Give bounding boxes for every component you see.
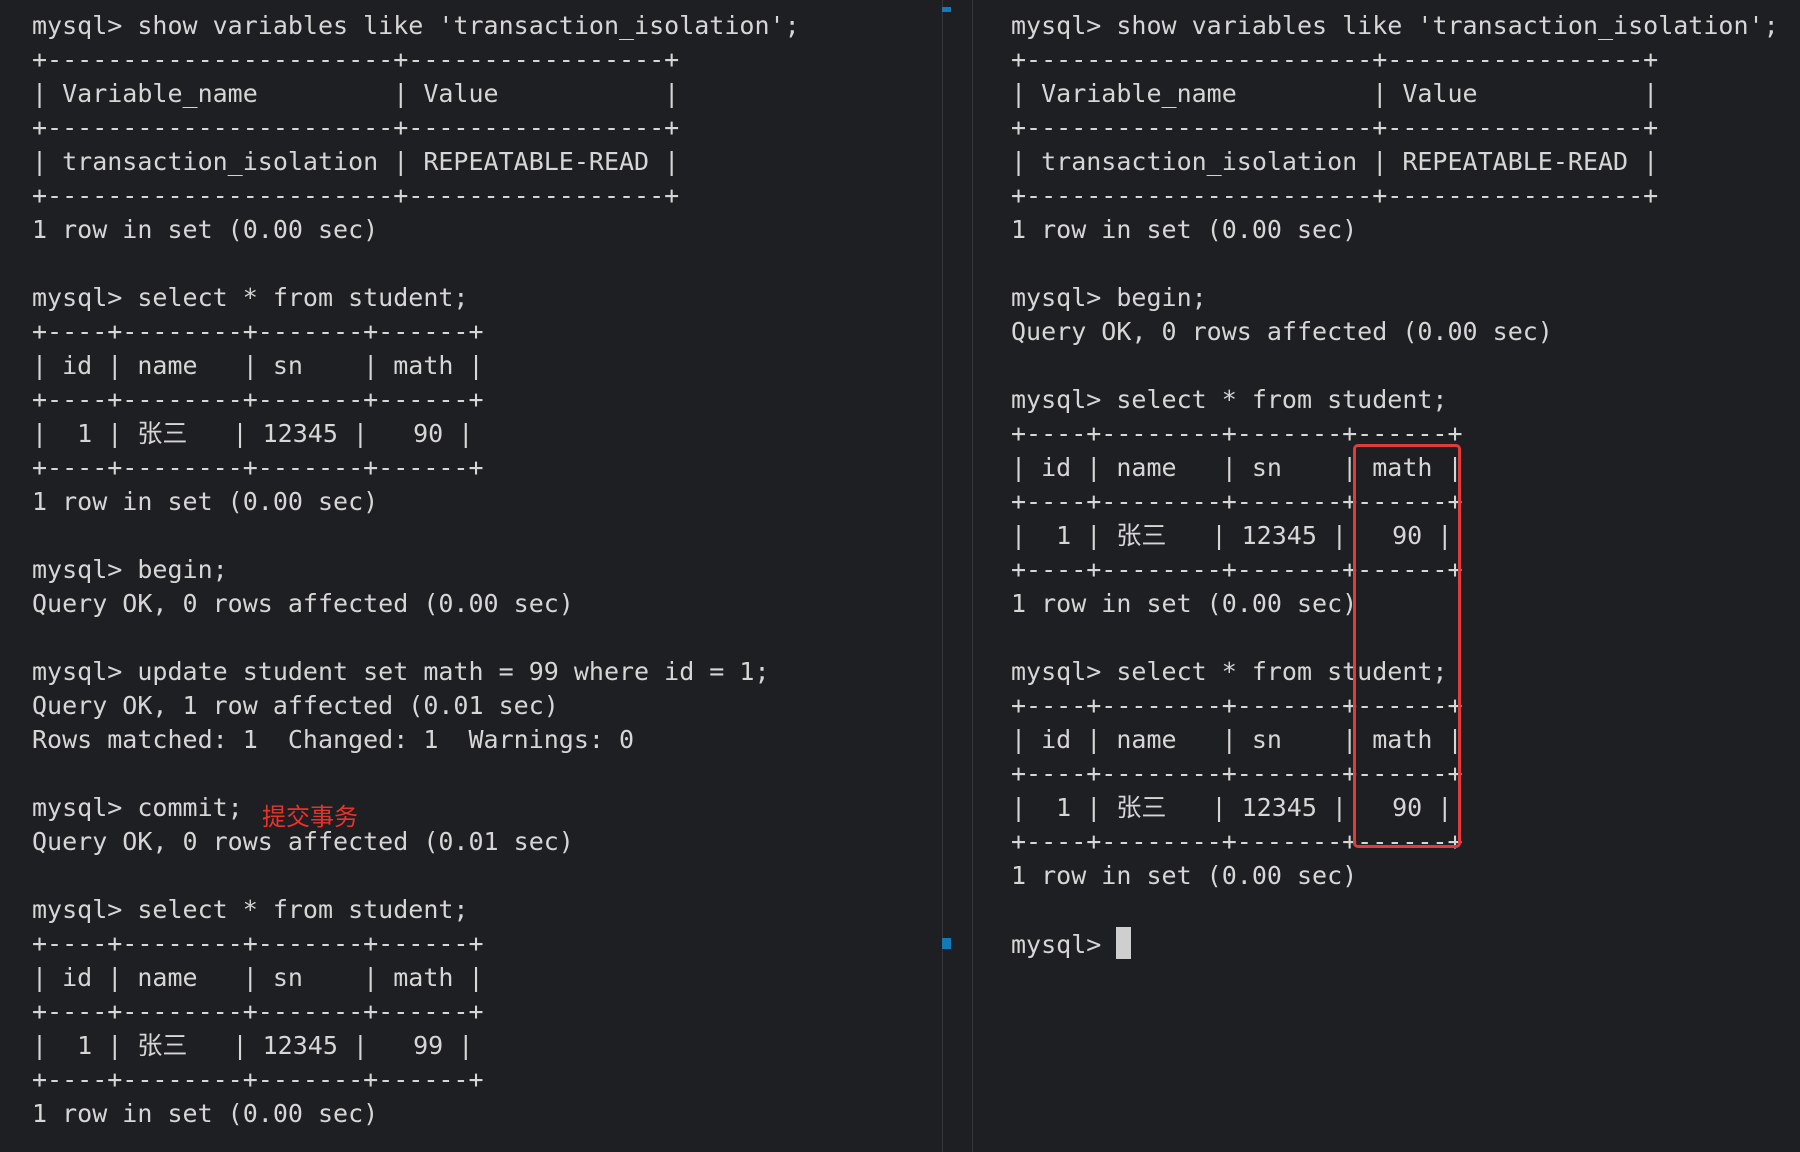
terminal-line: mysql> select * from student;	[1011, 385, 1448, 414]
terminal-line: mysql> select * from student;	[32, 895, 469, 924]
left-terminal-pane[interactable]: mysql> show variables like 'transaction_…	[0, 0, 942, 1152]
terminal-line: | id | name | sn | math |	[32, 351, 484, 380]
terminal-line: 1 row in set (0.00 sec)	[1011, 861, 1358, 890]
terminal-line: Rows matched: 1 Changed: 1 Warnings: 0	[32, 725, 635, 754]
math-column-highlight	[1353, 444, 1461, 848]
terminal-line: Query OK, 0 rows affected (0.01 sec)	[32, 827, 574, 856]
scrollbar-marker	[942, 938, 951, 949]
terminal-prompt: mysql>	[1011, 930, 1117, 959]
terminal-line: +----+--------+-------+------+	[32, 317, 484, 346]
terminal-line: | 1 | 张三 | 12345 | 99 |	[32, 1031, 474, 1060]
terminal-line: +-----------------------+---------------…	[32, 181, 680, 210]
terminal-line: | 1 | 张三 | 12345 | 90 |	[32, 419, 474, 448]
terminal-line: | Variable_name | Value |	[32, 79, 680, 108]
terminal-line: Query OK, 0 rows affected (0.00 sec)	[1011, 317, 1553, 346]
terminal-line: | id | name | sn | math |	[32, 963, 484, 992]
terminal-line: 1 row in set (0.00 sec)	[32, 1099, 379, 1128]
terminal-line: +----+--------+-------+------+	[32, 1065, 484, 1094]
terminal-line: +-----------------------+---------------…	[1011, 181, 1659, 210]
terminal-line: 1 row in set (0.00 sec)	[1011, 215, 1358, 244]
terminal-line: +-----------------------+---------------…	[1011, 113, 1659, 142]
terminal-line: | Variable_name | Value |	[1011, 79, 1659, 108]
terminal-line: mysql> select * from student;	[32, 283, 469, 312]
left-terminal-output: mysql> show variables like 'transaction_…	[32, 9, 800, 1131]
terminal-cursor	[1116, 927, 1132, 959]
terminal-line: | transaction_isolation | REPEATABLE-REA…	[32, 147, 680, 176]
scrollbar-marker	[942, 7, 951, 12]
terminal-line: mysql> show variables like 'transaction_…	[32, 11, 800, 40]
terminal-line: 1 row in set (0.00 sec)	[32, 487, 379, 516]
terminal-line: mysql> begin;	[1011, 283, 1207, 312]
terminal-line: +----+--------+-------+------+	[32, 997, 484, 1026]
terminal-line: Query OK, 1 row affected (0.01 sec)	[32, 691, 559, 720]
commit-annotation: 提交事务	[262, 803, 358, 831]
terminal-line: 1 row in set (0.00 sec)	[32, 215, 379, 244]
terminal-line: +----+--------+-------+------+	[32, 453, 484, 482]
terminal-line: Query OK, 0 rows affected (0.00 sec)	[32, 589, 574, 618]
terminal-line: mysql> commit;	[32, 793, 243, 822]
terminal-line: +-----------------------+---------------…	[32, 113, 680, 142]
terminal-line: mysql> show variables like 'transaction_…	[1011, 11, 1779, 40]
terminal-line: mysql> begin;	[32, 555, 228, 584]
pane-divider	[942, 0, 943, 1152]
terminal-line: +-----------------------+---------------…	[32, 45, 680, 74]
terminal-line: +----+--------+-------+------+	[32, 385, 484, 414]
terminal-line: +-----------------------+---------------…	[1011, 45, 1659, 74]
terminal-line: | transaction_isolation | REPEATABLE-REA…	[1011, 147, 1659, 176]
terminal-line: +----+--------+-------+------+	[32, 929, 484, 958]
terminal-prompt-line[interactable]: mysql>	[1011, 927, 1779, 961]
terminal-line: mysql> update student set math = 99 wher…	[32, 657, 770, 686]
